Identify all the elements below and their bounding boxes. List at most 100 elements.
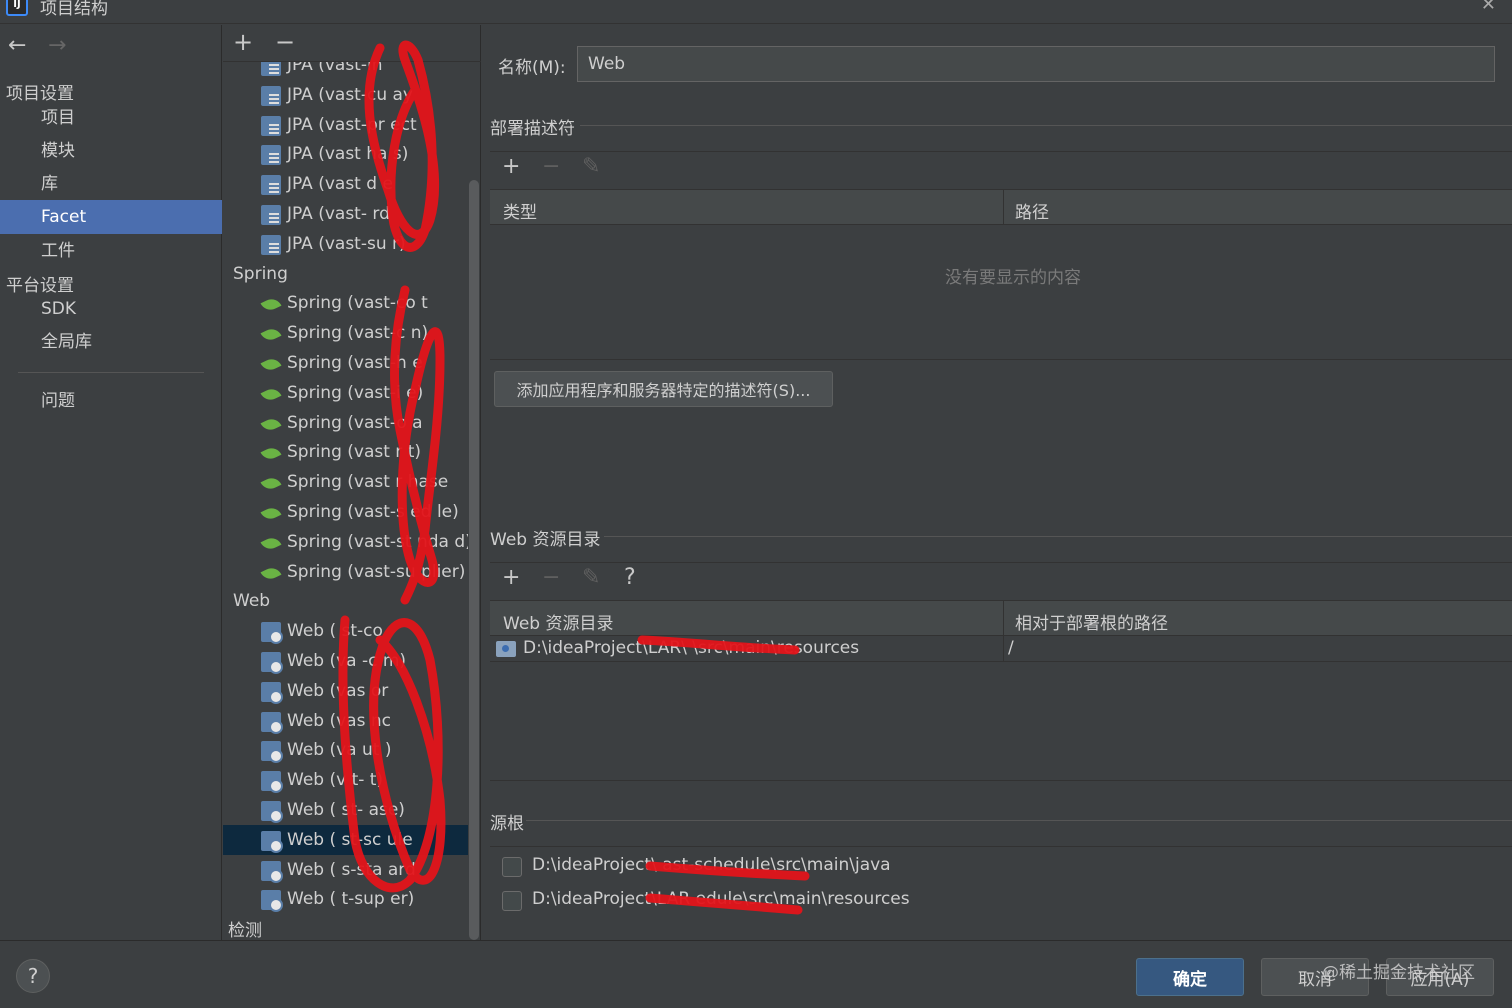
tree-node[interactable]: Spring (vast-su plier) xyxy=(223,557,468,587)
tree-node[interactable]: Spring (vast-i e) xyxy=(223,378,468,408)
column-type[interactable]: 类型 xyxy=(503,198,537,223)
web-resources-toolbar: + − ✎ ? xyxy=(490,562,1512,600)
tree-node[interactable]: JPA (vast d e xyxy=(223,169,468,199)
remove-web-root-icon[interactable]: − xyxy=(542,565,560,590)
tree-node-label: Web (vas or xyxy=(287,680,389,701)
facet-tree: JPA (vast-in JPA (vast-cu ay JPA (vast-pr … xyxy=(223,62,468,912)
add-server-descriptor-button[interactable]: 添加应用程序和服务器特定的描述符(S)... xyxy=(494,371,833,407)
source-root-checkbox[interactable] xyxy=(502,857,522,877)
web-resources-title: Web 资源目录 xyxy=(490,530,601,550)
tree-node[interactable]: Web ( t-sup er) xyxy=(223,884,468,912)
tree-node-label: Web ( t-sup er) xyxy=(287,889,415,910)
tree-node[interactable]: Web (v t- t) xyxy=(223,765,468,795)
tree-node-label: Web ( st-sc ule xyxy=(287,829,413,850)
tree-node[interactable]: Web ( st-sc ule xyxy=(223,824,468,855)
tree-node[interactable]: JPA (vast-cu ay xyxy=(223,80,468,110)
tree-node[interactable]: JPA (vast ha s) xyxy=(223,139,468,169)
empty-table-text: 没有要显示的内容 xyxy=(945,268,1081,288)
tree-node[interactable]: Spring (vast r t) xyxy=(223,437,468,467)
nav-item-project[interactable]: 项目 xyxy=(0,101,222,135)
tree-node-label: Web (va ut ) xyxy=(287,740,392,761)
nav-separator xyxy=(18,372,204,373)
nav-item-modules[interactable]: 模块 xyxy=(0,134,222,168)
spring-leaf-icon xyxy=(261,324,281,344)
tree-node[interactable]: Web (vas nc xyxy=(223,706,468,736)
web-facet-icon xyxy=(261,890,283,912)
nav-item-problems[interactable]: 问题 xyxy=(0,384,222,418)
forward-arrow-icon[interactable]: → xyxy=(48,33,66,58)
back-arrow-icon[interactable]: ← xyxy=(8,33,26,58)
tree-node-label: Spring (vast-co t xyxy=(287,293,428,314)
tree-node[interactable]: Spring (vast-st nda d) xyxy=(223,527,468,557)
web-facet-icon xyxy=(261,801,283,823)
help-icon[interactable]: ? xyxy=(16,959,50,993)
tree-node[interactable]: JPA (vast-in xyxy=(223,62,468,80)
tree-node-label: Spring (vast-c n) xyxy=(287,323,429,344)
web-resources-table-body: D:\ideaProject\LAR\ \src\main\resources … xyxy=(490,636,1512,781)
tree-node-label: JPA (vast-su r) xyxy=(287,233,406,254)
column-separator xyxy=(1003,636,1004,661)
nav-item-global-libraries[interactable]: 全局库 xyxy=(0,325,222,359)
tree-scrollbar[interactable] xyxy=(469,180,479,940)
nav-item-facets[interactable]: Facet xyxy=(0,200,222,234)
tree-node[interactable]: Web (va ut ) xyxy=(223,735,468,765)
tree-node[interactable]: Web ( st- ase) xyxy=(223,795,468,825)
name-input[interactable] xyxy=(577,46,1495,82)
spring-leaf-icon xyxy=(261,563,281,583)
tree-node[interactable]: Web (va -c m) xyxy=(223,646,468,676)
tree-node[interactable]: JPA (vast- rd xyxy=(223,199,468,229)
tree-group-spring[interactable]: Spring xyxy=(233,259,288,289)
tree-node-label: Web ( st-co xyxy=(287,621,383,642)
title-bar: IJ 项目结构 ✕ xyxy=(0,0,1512,24)
spring-leaf-icon xyxy=(261,533,281,553)
column-relative-path[interactable]: 相对于部署根的路径 xyxy=(1015,609,1168,634)
web-resource-dir-cell: D:\ideaProject\LAR\ \src\main\resources xyxy=(523,638,860,658)
close-icon[interactable]: ✕ xyxy=(1481,0,1496,15)
spring-leaf-icon xyxy=(261,384,281,404)
deploy-descriptors-title: 部署描述符 xyxy=(490,119,575,139)
remove-descriptor-icon[interactable]: − xyxy=(542,154,560,179)
edit-descriptor-icon[interactable]: ✎ xyxy=(582,154,600,179)
tree-node[interactable]: Spring (vast-c n) xyxy=(223,318,468,348)
web-facet-icon xyxy=(261,681,283,704)
tree-node[interactable]: Spring (vast-h e xyxy=(223,348,468,378)
source-root-checkbox[interactable] xyxy=(502,891,522,911)
nav-item-artifacts[interactable]: 工件 xyxy=(0,234,222,268)
tree-node-label: Web (v t- t) xyxy=(287,770,384,791)
ok-button[interactable]: 确定 xyxy=(1136,958,1244,996)
spring-leaf-icon xyxy=(261,443,281,463)
help-icon[interactable]: ? xyxy=(624,565,636,590)
nav-item-sdk[interactable]: SDK xyxy=(0,292,222,326)
tree-node-label: Spring (vast-st nda d) xyxy=(287,531,468,552)
jpa-facet-icon xyxy=(261,234,281,255)
edit-web-root-icon[interactable]: ✎ xyxy=(582,565,600,590)
tree-node-label: Web ( st- ase) xyxy=(287,800,405,820)
tree-group-web[interactable]: Web xyxy=(233,586,270,616)
add-icon[interactable]: + xyxy=(233,28,253,56)
add-web-root-icon[interactable]: + xyxy=(502,565,520,590)
spring-leaf-icon xyxy=(261,294,281,314)
tree-node[interactable]: Spring (vast r hase xyxy=(223,467,468,497)
tree-node[interactable]: JPA (vast-su r) xyxy=(223,229,468,259)
tree-node[interactable]: Web (vas or xyxy=(223,676,468,706)
remove-icon[interactable]: − xyxy=(275,28,295,56)
jpa-facet-icon xyxy=(261,62,281,76)
dialog-footer: ? 确定 取消 应用(A) @稀土掘金技术社区 xyxy=(0,940,1512,1008)
column-separator xyxy=(1003,601,1004,635)
jpa-facet-icon xyxy=(261,115,281,136)
tree-node[interactable]: Web ( s-sta ard xyxy=(223,855,468,885)
tree-node[interactable]: JPA (vast-pr ect xyxy=(223,110,468,140)
group-separator xyxy=(490,846,1512,847)
tree-node[interactable]: Web ( st-co xyxy=(223,616,468,646)
tree-node[interactable]: Spring (vast-co t xyxy=(223,288,468,318)
table-row[interactable]: D:\ideaProject\LAR\ \src\main\resources … xyxy=(490,636,1512,662)
tree-node-label: JPA (vast- rd xyxy=(287,204,390,224)
detection-label[interactable]: 检测 xyxy=(228,916,262,941)
tree-node[interactable]: Spring (vast-s ed le) xyxy=(223,497,468,527)
nav-item-libraries[interactable]: 库 xyxy=(0,167,222,201)
tree-node[interactable]: Spring (vast-o a xyxy=(223,408,468,438)
tree-node-label: JPA (vast-in xyxy=(287,62,383,75)
add-descriptor-icon[interactable]: + xyxy=(502,154,520,179)
column-path[interactable]: 路径 xyxy=(1015,198,1049,223)
column-web-resource-dir[interactable]: Web 资源目录 xyxy=(503,609,613,634)
